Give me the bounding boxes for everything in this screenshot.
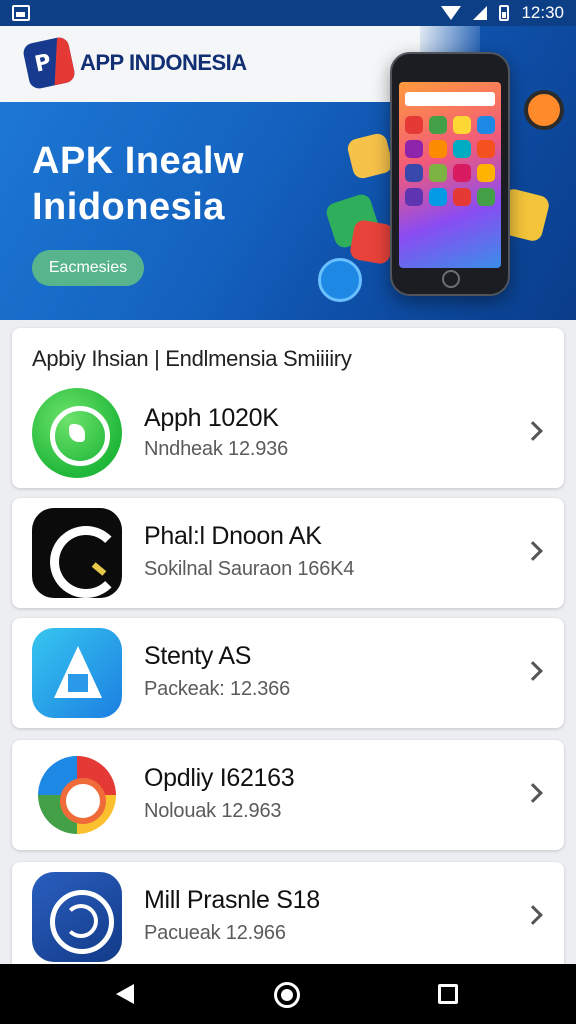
floating-app-icon (345, 131, 395, 181)
floating-app-icon (348, 218, 396, 266)
item-name: Apph 1020K (144, 404, 279, 432)
item-subtitle: Sokilnal Sauraon 166K4 (144, 558, 355, 580)
item-subtitle: Pacueak 12.966 (144, 922, 286, 944)
hero-title: APK Inealw Inidonesia (32, 138, 244, 230)
item-name: Opdliy I62163 (144, 764, 295, 792)
spiral-app-icon (32, 872, 122, 962)
hero-banner: P APP INDONESIA APK Inealw Inidonesia Ea… (0, 26, 576, 320)
app-store-icon (32, 628, 122, 718)
list-item-content: Stenty AS Packeak: 12.366 (12, 618, 564, 728)
floating-app-icon (524, 90, 564, 130)
logo-text: APP INDONESIA (80, 50, 247, 75)
photos-icon (32, 750, 122, 840)
item-subtitle: Nndheak 12.936 (144, 438, 288, 460)
floating-app-icon (318, 258, 362, 302)
hero-title-line-2: Inidonesia (32, 186, 225, 228)
phone-search-bar (405, 92, 495, 106)
app-logo[interactable]: P APP INDONESIA (21, 35, 247, 91)
hero-title-line-1: APK Inealw (32, 140, 244, 182)
phone-app-grid (405, 116, 495, 206)
item-subtitle: Nolouak 12.963 (144, 800, 282, 822)
phone-screen (399, 82, 501, 268)
system-nav-bar (0, 964, 576, 1024)
home-icon[interactable] (274, 982, 300, 1008)
list-item[interactable]: Apph 1020K Nndheak 12.936 (12, 378, 564, 488)
wifi-icon (441, 6, 462, 20)
section-title: Apbiy Ihsian | Endlmensia Smiiiiry (32, 346, 352, 371)
chevron-right-icon (523, 783, 543, 803)
chevron-right-icon (523, 905, 543, 925)
status-icons: 12:30 (441, 3, 564, 23)
chevron-right-icon (523, 541, 543, 561)
signal-icon (473, 6, 488, 20)
phone-illustration (390, 52, 510, 296)
phone-home-button (442, 270, 460, 288)
capcut-icon (32, 508, 122, 598)
item-name: Mill Prasnle S18 (144, 886, 320, 914)
list-item-content: Opdliy I62163 Nolouak 12.963 (12, 740, 564, 850)
chevron-right-icon (523, 661, 543, 681)
item-name: Phal:l Dnoon AK (144, 522, 322, 550)
item-name: Stenty AS (144, 642, 252, 670)
list-item[interactable]: Opdliy I62163 Nolouak 12.963 (12, 740, 564, 850)
status-time: 12:30 (521, 3, 564, 22)
chevron-right-icon (523, 421, 543, 441)
list-item[interactable]: Mill Prasnle S18 Pacueak 12.966 (12, 862, 564, 972)
whatsapp-icon (32, 388, 122, 478)
status-bar: 12:30 (0, 0, 576, 26)
recents-icon[interactable] (438, 984, 458, 1004)
logo-icon: P (21, 35, 77, 91)
list-item-content: Mill Prasnle S18 Pacueak 12.966 (12, 862, 564, 972)
app-list-card: Apbiy Ihsian | Endlmensia Smiiiiry Apph … (12, 328, 564, 488)
gallery-notification-icon (12, 5, 30, 21)
list-item[interactable]: Phal:l Dnoon AK Sokilnal Sauraon 166K4 (12, 498, 564, 608)
list-item-content: Phal:l Dnoon AK Sokilnal Sauraon 166K4 (12, 498, 564, 608)
hero-button[interactable]: Eacmesies (32, 250, 144, 286)
list-item[interactable]: Stenty AS Packeak: 12.366 (12, 618, 564, 728)
battery-icon (499, 5, 510, 21)
back-icon[interactable] (116, 984, 134, 1004)
item-subtitle: Packeak: 12.366 (144, 678, 290, 700)
